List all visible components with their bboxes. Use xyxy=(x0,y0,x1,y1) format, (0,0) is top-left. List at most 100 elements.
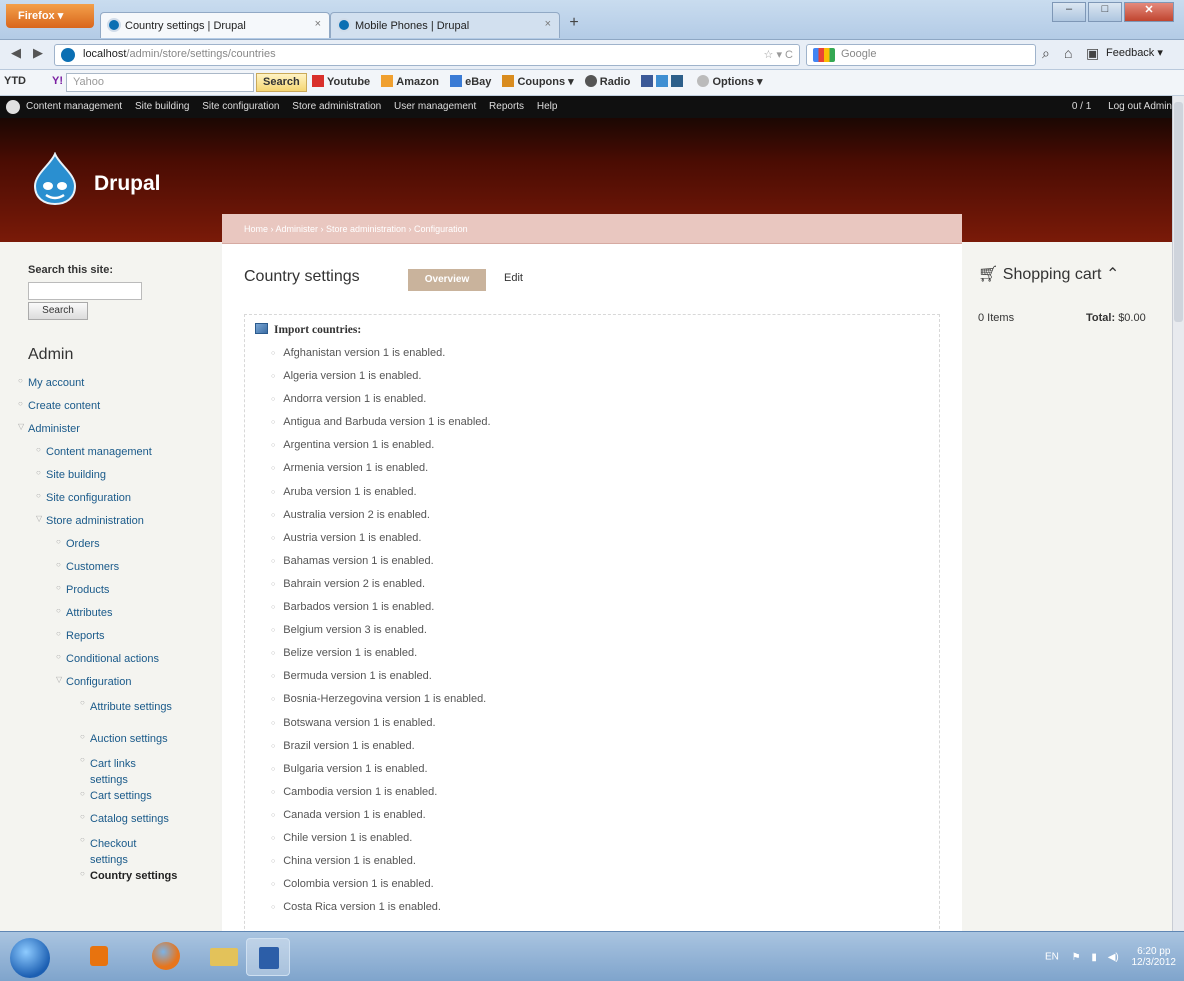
sidebar-item[interactable]: ○ Customers xyxy=(0,558,220,581)
shopping-cart-title[interactable]: 🛒︎ Shopping cart ⌃ xyxy=(978,264,1119,284)
google-engine-icon[interactable] xyxy=(813,48,835,62)
forward-arrow-icon[interactable]: ▶ xyxy=(28,45,48,65)
taskbar-word-icon[interactable] xyxy=(246,938,290,976)
country-import-list: ○ Afghanistan version 1 is enabled. ○ Alger… xyxy=(271,347,491,924)
menu-bullet-icon: ○ xyxy=(56,537,61,546)
admin-menu-content-management[interactable]: Content management xyxy=(26,101,122,112)
tab-overview[interactable]: Overview xyxy=(408,269,486,291)
list-bullet-icon: ○ xyxy=(271,650,276,658)
clock[interactable]: 6:20 pp 12/3/2012 xyxy=(1132,946,1177,968)
toolbar-social-icons[interactable] xyxy=(641,75,686,88)
site-identity-icon[interactable] xyxy=(61,48,75,62)
sidebar-item[interactable]: ▽ Administer xyxy=(0,420,220,443)
tab-country-settings[interactable]: Country settings | Drupal × xyxy=(100,12,330,38)
tray-flag-icon[interactable]: ⚑ xyxy=(1072,952,1081,963)
back-arrow-icon[interactable]: ◀ xyxy=(6,45,26,65)
maximize-button[interactable]: □ xyxy=(1088,2,1122,22)
list-bullet-icon: ○ xyxy=(271,396,276,404)
sidebar-item[interactable]: ○ Site building xyxy=(0,466,220,489)
drupal-drop-icon[interactable] xyxy=(6,100,20,114)
admin-menu-reports[interactable]: Reports xyxy=(489,101,524,112)
tray-volume-icon[interactable]: ◀) xyxy=(1108,952,1119,963)
url-bar[interactable]: localhost/admin/store/settings/countries… xyxy=(54,44,800,66)
admin-menu-site-building[interactable]: Site building xyxy=(135,101,189,112)
sidebar-item[interactable]: ○ Cart settings xyxy=(0,787,220,810)
import-log-box: Import countries: ○ Afghanistan version 1… xyxy=(244,314,940,931)
sidebar-item-label: Content management xyxy=(46,446,152,458)
cart-icon: 🛒︎ xyxy=(978,266,999,283)
tab-mobile-phones[interactable]: Mobile Phones | Drupal × xyxy=(330,12,560,38)
sidebar-item[interactable]: ○ Conditional actions xyxy=(0,650,220,673)
tab-edit[interactable]: Edit xyxy=(504,272,523,284)
sidebar-item[interactable]: ○ Checkout settings xyxy=(0,833,220,867)
scrollbar-thumb[interactable] xyxy=(1174,102,1183,322)
bookmark-star-icon[interactable]: ☆ ▾ C xyxy=(764,48,793,61)
windows-taskbar: EN ⚑ ▮ ◀) 6:20 pp 12/3/2012 xyxy=(0,931,1184,981)
drupal-logo-icon[interactable] xyxy=(33,152,77,206)
minimize-button[interactable]: – xyxy=(1052,2,1086,22)
country-status-text: Cambodia version 1 is enabled. xyxy=(283,785,438,798)
sidebar-item[interactable]: ○ Reports xyxy=(0,627,220,650)
close-window-button[interactable]: ✕ xyxy=(1124,2,1174,22)
yahoo-search-input[interactable]: Yahoo xyxy=(66,73,254,92)
toolbar-link-options[interactable]: Options ▾ xyxy=(697,75,763,88)
new-tab-button[interactable]: + xyxy=(562,14,586,36)
toolbar-link-radio[interactable]: Radio xyxy=(584,75,630,88)
web-search-input[interactable]: Google xyxy=(806,44,1036,66)
cart-total-label: Total: xyxy=(1086,312,1116,324)
feedback-button[interactable]: Feedback ▾ xyxy=(1106,46,1163,59)
admin-menu-store-administration[interactable]: Store administration xyxy=(292,101,381,112)
list-bullet-icon: ○ xyxy=(271,788,276,796)
chevron-up-icon[interactable]: ⌃ xyxy=(1106,266,1119,283)
toolbar-link-youtube[interactable]: Youtube xyxy=(312,75,370,88)
sidebar-item[interactable]: ○ Attribute settings xyxy=(0,696,220,730)
sidebar-item[interactable]: ○ Content management xyxy=(0,443,220,466)
menu-bullet-icon: ○ xyxy=(36,468,41,477)
main-content: Home › Administer › Store administration… xyxy=(222,214,962,931)
tab-close-icon[interactable]: × xyxy=(545,18,551,30)
start-button[interactable] xyxy=(10,938,50,978)
ytd-button[interactable]: YTD xyxy=(4,75,26,87)
sidebar-item[interactable]: ○ Auction settings xyxy=(0,730,220,753)
magnifier-icon[interactable]: ⌕ xyxy=(1042,45,1050,62)
sidebar-item[interactable]: ▽ Store administration xyxy=(0,512,220,535)
sidebar-item[interactable]: ○ Cart links settings xyxy=(0,753,220,787)
tray-network-icon[interactable]: ▮ xyxy=(1091,952,1097,963)
yahoo-search-button[interactable]: Search xyxy=(256,73,307,92)
sidebar-item[interactable]: ○ Catalog settings xyxy=(0,810,220,833)
toolbar-link-coupons[interactable]: Coupons ▾ xyxy=(502,75,574,88)
logout-link[interactable]: Log out Admin xyxy=(1108,101,1172,112)
clock-time: 6:20 pp xyxy=(1137,946,1171,957)
site-name[interactable]: Drupal xyxy=(94,172,161,196)
admin-menu-help[interactable]: Help xyxy=(537,101,558,112)
search-placeholder: Google xyxy=(841,48,877,60)
sidebar-item-label: Conditional actions xyxy=(66,653,159,665)
addon-icon[interactable]: ▣ xyxy=(1086,45,1099,62)
home-icon[interactable]: ⌂ xyxy=(1064,45,1072,61)
sidebar-item[interactable]: ○ Attributes xyxy=(0,604,220,627)
site-search-button[interactable]: Search xyxy=(28,302,88,320)
taskbar-outlook-icon[interactable] xyxy=(78,938,122,976)
yahoo-icon[interactable]: Y! xyxy=(52,75,63,87)
firefox-menu-button[interactable]: Firefox ▾ xyxy=(6,4,94,28)
page-scrollbar[interactable] xyxy=(1172,96,1184,931)
language-indicator[interactable]: EN xyxy=(1045,952,1059,963)
sidebar-item[interactable]: ○ Products xyxy=(0,581,220,604)
taskbar-explorer-icon[interactable] xyxy=(202,938,246,976)
taskbar-firefox-icon[interactable] xyxy=(144,938,188,976)
admin-menu-user-management[interactable]: User management xyxy=(394,101,476,112)
sidebar-item[interactable]: ○ Site configuration xyxy=(0,489,220,512)
toolbar-link-ebay[interactable]: eBay xyxy=(450,75,491,88)
sidebar-item[interactable]: ○ Orders xyxy=(0,535,220,558)
sidebar-item[interactable]: ▽ Configuration xyxy=(0,673,220,696)
breadcrumb[interactable]: Home › Administer › Store administration… xyxy=(222,214,962,244)
sidebar-item[interactable]: ○ Create content xyxy=(0,397,220,420)
drupal-favicon-icon xyxy=(107,18,121,32)
admin-menu-site-configuration[interactable]: Site configuration xyxy=(202,101,279,112)
sidebar-item[interactable]: ○ My account xyxy=(0,374,220,397)
list-bullet-icon: ○ xyxy=(271,881,276,889)
sidebar-item[interactable]: ○ Country settings xyxy=(0,867,220,890)
toolbar-link-amazon[interactable]: Amazon xyxy=(381,75,439,88)
site-search-input[interactable] xyxy=(28,282,142,300)
tab-close-icon[interactable]: × xyxy=(315,18,321,30)
